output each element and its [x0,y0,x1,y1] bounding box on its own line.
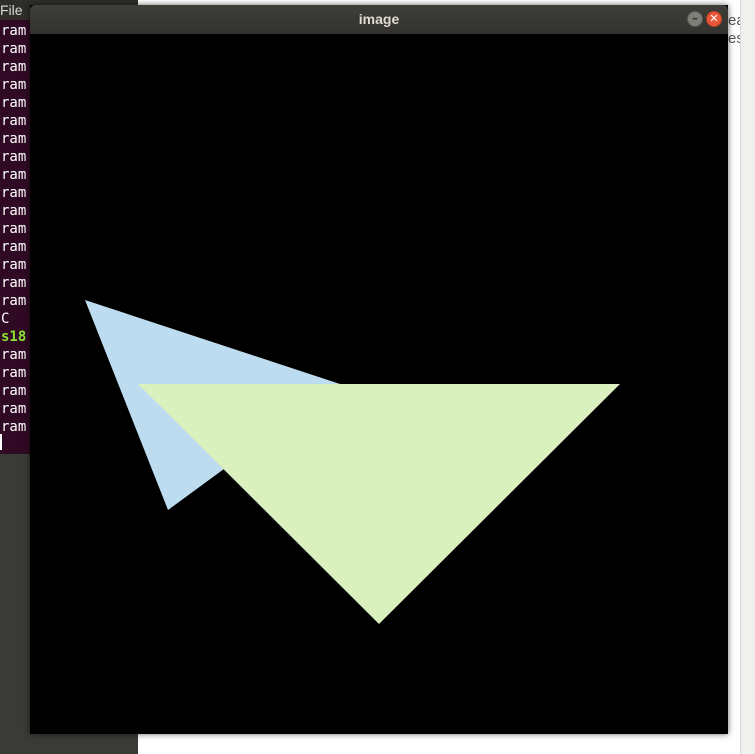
terminal-line: ram [1,185,27,201]
terminal-line: ram [1,131,27,147]
terminal-line: ram [1,77,27,93]
terminal-line: ram [1,23,27,39]
terminal-output[interactable]: ram ram ram ram ram ram ram ram ram ram … [0,20,30,454]
terminal-line: ram [1,41,27,57]
terminal-line: ram [1,383,27,399]
terminal-line: ram [1,149,27,165]
editor-scrollbar[interactable] [740,0,755,754]
terminal-line: ram [1,95,27,111]
terminal-line: ram [1,221,27,237]
close-icon[interactable]: ✕ [706,11,722,27]
terminal-line: ram [1,419,27,435]
terminal-line: ram [1,239,27,255]
window-titlebar[interactable]: image – ✕ [30,5,728,34]
terminal-line: ram [1,347,27,363]
window-title: image [358,11,400,27]
terminal-line: ram [1,257,27,273]
terminal-line: ram [1,113,27,129]
terminal-line: ram [1,365,27,381]
terminal-line: ram [1,293,27,309]
canvas-drawing [30,34,728,734]
terminal-line: ram [1,59,27,75]
minimize-icon[interactable]: – [687,11,703,27]
terminal-line: ram [1,203,27,219]
menu-file[interactable]: File [0,0,23,20]
terminal-line: ram [1,275,27,291]
terminal-line: ram [1,401,27,417]
image-canvas [30,34,728,734]
terminal-prompt: s18 [1,329,27,345]
terminal-line: ram [1,167,27,183]
image-window: image – ✕ [30,5,728,734]
terminal-cursor [0,434,2,450]
terminal-line: C [1,311,10,327]
